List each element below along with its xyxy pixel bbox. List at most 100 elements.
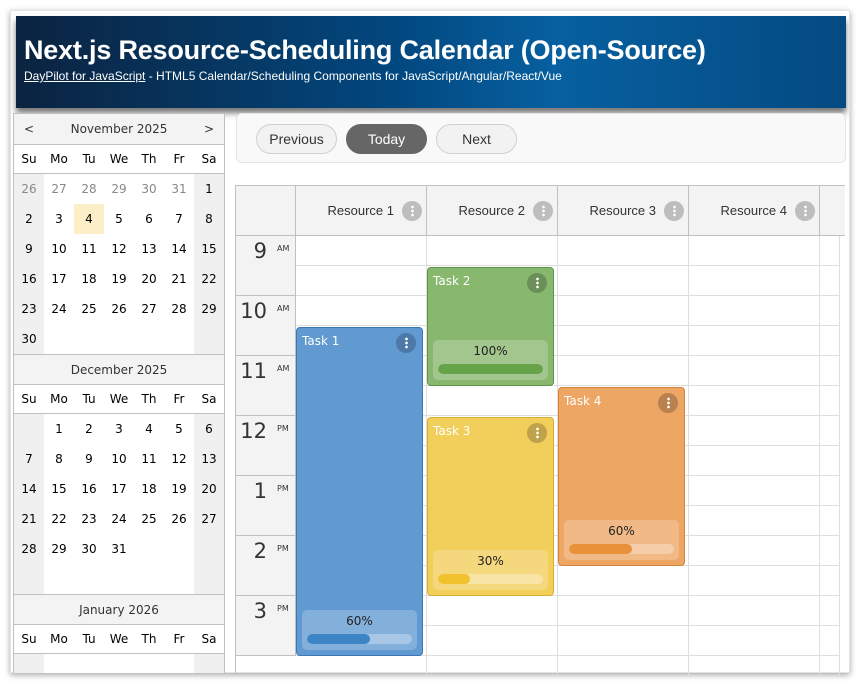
day-cell[interactable]: 3 xyxy=(104,414,134,444)
grid-cell[interactable] xyxy=(689,386,820,416)
grid-cell[interactable] xyxy=(820,476,840,506)
grid-cell[interactable] xyxy=(689,446,820,476)
day-cell[interactable]: 28 xyxy=(74,174,104,204)
next-button[interactable]: Next xyxy=(436,124,517,154)
day-cell[interactable]: 11 xyxy=(74,234,104,264)
day-cell[interactable]: 31 xyxy=(104,534,134,564)
more-icon[interactable] xyxy=(527,273,547,293)
grid-cell[interactable] xyxy=(689,266,820,296)
day-cell[interactable]: 18 xyxy=(134,474,164,504)
day-cell[interactable]: 29 xyxy=(44,534,74,564)
more-icon[interactable] xyxy=(658,393,678,413)
grid-cell[interactable] xyxy=(689,236,820,266)
grid-cell[interactable] xyxy=(689,326,820,356)
day-cell[interactable]: 14 xyxy=(164,234,194,264)
grid-cell[interactable] xyxy=(296,656,427,675)
day-cell[interactable]: 9 xyxy=(14,234,44,264)
grid-cell[interactable] xyxy=(820,536,840,566)
day-cell[interactable]: 15 xyxy=(44,474,74,504)
grid-cell[interactable] xyxy=(820,356,840,386)
day-cell[interactable]: 26 xyxy=(164,504,194,534)
grid-cell[interactable] xyxy=(689,536,820,566)
grid-cell[interactable] xyxy=(296,266,427,296)
day-cell[interactable]: 4 xyxy=(134,414,164,444)
day-cell[interactable]: 27 xyxy=(134,294,164,324)
day-cell[interactable]: 7 xyxy=(164,204,194,234)
day-cell[interactable]: 17 xyxy=(104,474,134,504)
day-cell[interactable]: 14 xyxy=(14,474,44,504)
grid-cell[interactable] xyxy=(689,416,820,446)
grid-cell[interactable] xyxy=(689,566,820,596)
more-icon[interactable] xyxy=(527,423,547,443)
day-cell[interactable]: 20 xyxy=(194,474,224,504)
more-icon[interactable] xyxy=(533,200,553,221)
more-icon[interactable] xyxy=(795,200,815,221)
day-cell[interactable]: 24 xyxy=(104,504,134,534)
grid-cell[interactable] xyxy=(558,266,689,296)
day-cell[interactable]: 2 xyxy=(14,204,44,234)
previous-button[interactable]: Previous xyxy=(256,124,337,154)
day-cell[interactable]: 13 xyxy=(194,444,224,474)
more-icon[interactable] xyxy=(664,200,684,221)
day-cell[interactable]: 10 xyxy=(104,444,134,474)
daypilot-link[interactable]: DayPilot for JavaScript xyxy=(24,69,145,83)
day-cell[interactable]: 26 xyxy=(104,294,134,324)
day-cell[interactable]: 28 xyxy=(164,294,194,324)
today-button[interactable]: Today xyxy=(346,124,427,154)
day-cell[interactable]: 12 xyxy=(104,234,134,264)
day-cell[interactable]: 16 xyxy=(74,474,104,504)
day-cell[interactable]: 1 xyxy=(44,414,74,444)
grid-cell[interactable] xyxy=(820,566,840,596)
day-cell[interactable]: 30 xyxy=(74,534,104,564)
grid-cell[interactable] xyxy=(558,656,689,675)
day-cell[interactable]: 6 xyxy=(194,414,224,444)
grid-cell[interactable] xyxy=(427,236,558,266)
day-cell[interactable]: 31 xyxy=(164,174,194,204)
grid-cell[interactable] xyxy=(820,416,840,446)
day-cell[interactable]: 11 xyxy=(134,444,164,474)
grid-cell[interactable] xyxy=(689,506,820,536)
grid-cell[interactable] xyxy=(820,266,840,296)
day-cell[interactable]: 10 xyxy=(44,234,74,264)
grid-cell[interactable] xyxy=(820,596,840,626)
day-cell[interactable]: 12 xyxy=(164,444,194,474)
day-cell[interactable]: 19 xyxy=(164,474,194,504)
day-cell[interactable]: 15 xyxy=(194,234,224,264)
grid-cell[interactable] xyxy=(820,296,840,326)
day-cell[interactable]: 20 xyxy=(134,264,164,294)
grid-cell[interactable] xyxy=(820,236,840,266)
day-cell[interactable]: 25 xyxy=(134,504,164,534)
grid-cell[interactable] xyxy=(558,296,689,326)
day-cell[interactable]: 6 xyxy=(134,204,164,234)
day-cell[interactable]: 16 xyxy=(14,264,44,294)
day-cell-today[interactable]: 4 xyxy=(74,204,104,234)
prev-month-button[interactable]: < xyxy=(14,114,44,144)
day-cell[interactable]: 28 xyxy=(14,534,44,564)
grid-cell[interactable] xyxy=(689,356,820,386)
grid-cell[interactable] xyxy=(296,236,427,266)
day-cell[interactable]: 25 xyxy=(74,294,104,324)
day-cell[interactable]: 30 xyxy=(14,324,44,354)
day-cell[interactable]: 29 xyxy=(194,294,224,324)
day-cell[interactable]: 5 xyxy=(164,414,194,444)
grid-cell[interactable] xyxy=(689,296,820,326)
day-cell[interactable]: 22 xyxy=(194,264,224,294)
grid-cell[interactable] xyxy=(427,626,558,656)
day-cell[interactable]: 23 xyxy=(74,504,104,534)
next-month-button[interactable]: > xyxy=(194,114,224,144)
day-cell[interactable]: 17 xyxy=(44,264,74,294)
day-cell[interactable]: 24 xyxy=(44,294,74,324)
day-cell[interactable]: 27 xyxy=(194,504,224,534)
grid-cell[interactable] xyxy=(296,296,427,326)
day-cell[interactable]: 19 xyxy=(104,264,134,294)
event-3[interactable]: Task 3 30% xyxy=(427,417,554,596)
event-4[interactable]: Task 4 60% xyxy=(558,387,685,566)
day-cell[interactable]: 21 xyxy=(14,504,44,534)
grid-cell[interactable] xyxy=(558,566,689,596)
day-cell[interactable]: 8 xyxy=(194,204,224,234)
day-cell[interactable]: 1 xyxy=(194,174,224,204)
day-cell[interactable]: 26 xyxy=(14,174,44,204)
day-cell[interactable]: 30 xyxy=(134,174,164,204)
grid-cell[interactable] xyxy=(820,446,840,476)
day-cell[interactable]: 13 xyxy=(134,234,164,264)
